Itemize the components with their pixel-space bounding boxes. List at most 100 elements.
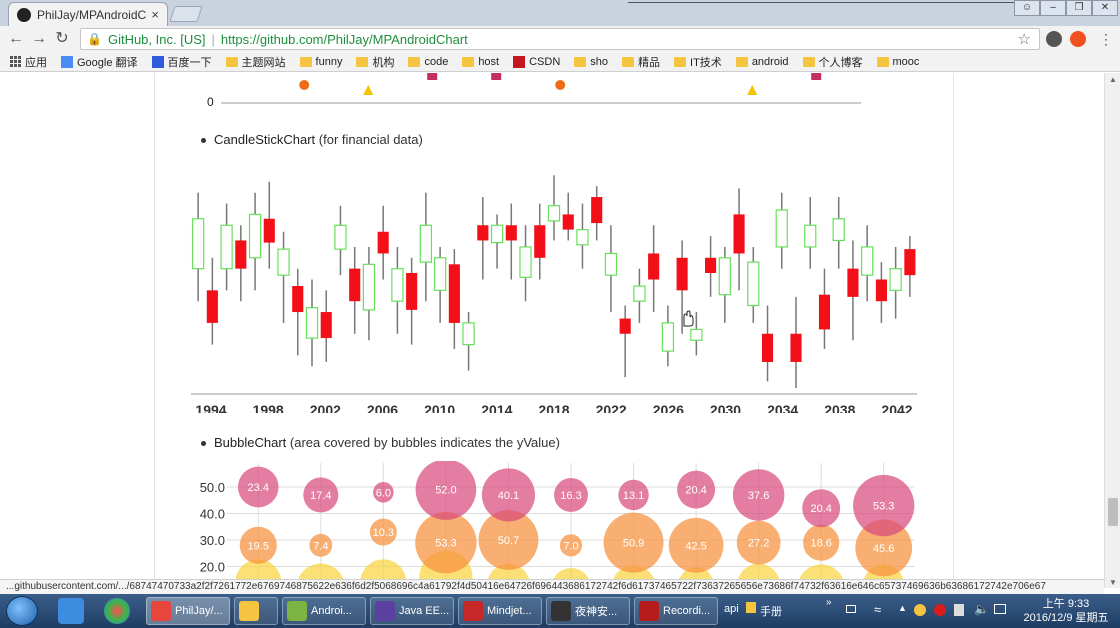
bookmark-14[interactable]: mooc [876,56,919,68]
candle [433,246,447,323]
bubble-value-label: 20.4 [685,485,706,497]
bubble-value-label: 17.4 [310,490,331,502]
start-button[interactable] [6,596,38,626]
candle [490,214,504,269]
maximize-button[interactable]: ❐ [1066,0,1092,16]
minimize-button[interactable]: – [1040,0,1066,16]
evernote-extension-icon[interactable] [1046,31,1062,47]
candle [861,225,874,302]
scrollbar-thumb[interactable] [1108,498,1118,526]
bookmark-4[interactable]: funny [299,56,342,68]
pinned-app-icon[interactable] [104,598,130,624]
candle [875,262,887,323]
taskbar-app-2[interactable]: Androi... [282,597,366,625]
back-icon[interactable]: ← [6,29,26,49]
bookmark-6[interactable]: code [408,56,448,68]
bookmark-13[interactable]: 个人博客 [802,54,863,70]
taskbar-app-4[interactable]: Mindjet... [458,597,542,625]
forward-icon[interactable]: → [29,29,49,49]
candle [206,257,218,345]
baidu-icon [151,55,164,68]
lock-icon: 🔒 [87,32,102,46]
bookmark-2[interactable]: 百度一下 [151,54,212,70]
bookmark-7[interactable]: host [462,56,499,68]
candle [419,192,433,302]
bubble-value-label: 19.5 [248,540,269,552]
bubble-value-label: 42.5 [685,540,706,552]
bookmark-10[interactable]: 精品 [622,54,660,70]
candle [619,305,631,378]
clock[interactable]: 上午 9:33 2016/12/9 星期五 [1018,597,1114,625]
page-scrollbar[interactable]: ▲ ▼ [1104,73,1120,588]
new-tab-button[interactable] [169,6,203,22]
ev-certificate-label: GitHub, Inc. [US] [107,31,206,47]
bubble-value-label: 53.3 [873,501,894,513]
folder-icon [876,56,889,67]
action-center-icon[interactable] [994,604,1006,614]
address-bar[interactable]: 🔒 GitHub, Inc. [US] | https://github.com… [80,28,1040,50]
candle [818,268,831,349]
bookmark-label: host [478,55,500,68]
taskbar-app-5[interactable]: 夜神安... [546,597,630,625]
clock-date: 2016/12/9 星期五 [1023,612,1109,624]
bubble-value-label: 7.0 [563,540,578,552]
candle [349,246,361,334]
candle [391,246,404,334]
user-icon[interactable]: ☺ [1014,0,1040,16]
google-translate-icon [61,55,73,68]
tray-app-icon[interactable] [914,604,926,616]
bookmark-12[interactable]: android [735,56,789,68]
candle [448,249,460,349]
candle [519,225,532,302]
close-window-button[interactable]: ✕ [1092,0,1118,16]
pinned-app-icon[interactable] [58,598,84,624]
taskbar-app-6[interactable]: Recordi... [634,597,718,625]
keyboard-icon[interactable] [846,605,856,613]
candle-x-tick-label: 2022 [596,402,627,413]
candle [604,225,618,313]
scroll-down-icon[interactable]: ▼ [1109,578,1117,587]
bookmark-3[interactable]: 主题网站 [225,54,286,70]
csdn-icon [513,55,526,68]
taskbar-app-3[interactable]: Java EE... [370,597,454,625]
bookmark-label: 应用 [25,56,47,69]
bubble-value-label: 37.6 [748,490,769,502]
folder-icon [574,56,587,67]
bubble [298,563,344,579]
bookmark-star-icon[interactable]: ☆ [1018,30,1031,48]
network-icon[interactable] [954,604,964,616]
candle [534,203,546,280]
taskbar-app-0[interactable]: PhilJay/... [146,597,230,625]
bookmark-5[interactable]: 机构 [356,54,394,70]
tray-api-label[interactable]: api [724,603,739,615]
bookmark-8[interactable]: CSDN [513,55,560,68]
navigation-bar: ← → ↻ 🔒 GitHub, Inc. [US] | https://gith… [0,26,1120,52]
record-icon[interactable] [934,604,946,616]
taskbar-app-1[interactable] [234,597,278,625]
extension-icon[interactable] [1070,31,1086,47]
reload-icon[interactable]: ↻ [52,29,72,49]
scatter-point [491,73,502,80]
overflow-icon[interactable]: » [826,597,832,608]
bookmark-9[interactable]: sho [574,56,608,68]
explorer-icon [239,601,259,621]
close-tab-icon[interactable]: × [151,7,159,22]
menu-icon[interactable]: ⋮ [1096,29,1116,49]
tray-manual-label[interactable]: 手册 [760,603,782,619]
volume-icon[interactable]: 🔈 [974,602,989,616]
bookmark-label: 机构 [372,56,395,69]
bookmark-label: 个人博客 [818,56,863,69]
folder-icon [356,56,369,67]
bookmark-label: 百度一下 [167,56,212,69]
bookmark-0[interactable]: 应用 [10,54,47,70]
bookmark-1[interactable]: Google 翻译 [61,54,138,70]
folder-icon [735,56,748,67]
wifi-icon[interactable]: ≈ [874,602,881,617]
bookmark-11[interactable]: IT技术 [674,54,722,70]
candle [747,246,760,323]
scroll-up-icon[interactable]: ▲ [1109,75,1117,84]
tab-github[interactable]: PhilJay/MPAndroidCha × [8,2,168,26]
bubble [360,559,407,579]
show-hidden-icons[interactable]: ▲ [898,603,907,613]
scatter-y-tick-label: 0 [207,95,214,109]
